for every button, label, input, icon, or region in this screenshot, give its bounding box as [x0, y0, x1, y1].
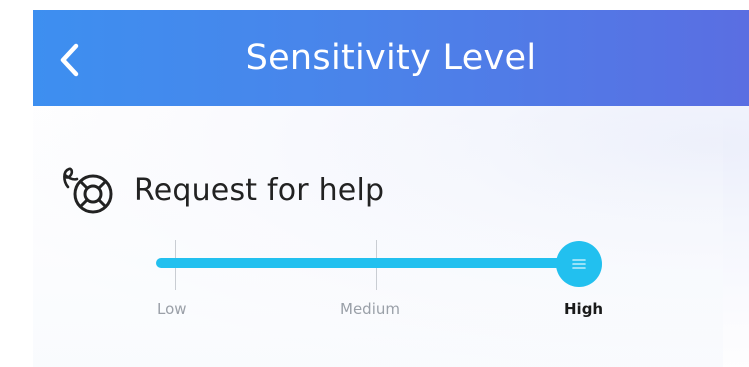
- menu-lines-icon: [572, 259, 586, 269]
- sensitivity-screen: Sensitivity Level Request for help Low M…: [0, 0, 749, 367]
- lifebuoy-icon: [60, 163, 118, 217]
- level-label-medium[interactable]: Medium: [340, 300, 400, 318]
- app-header: [33, 10, 749, 106]
- back-button[interactable]: [55, 40, 85, 80]
- setting-row: Request for help: [60, 160, 384, 220]
- left-edge: [0, 0, 33, 367]
- sensitivity-slider[interactable]: [150, 235, 610, 295]
- slider-thumb[interactable]: [556, 241, 602, 287]
- slider-track[interactable]: [156, 258, 590, 268]
- level-label-low[interactable]: Low: [157, 300, 187, 318]
- setting-label: Request for help: [134, 172, 385, 208]
- chevron-left-icon: [60, 43, 79, 77]
- level-label-high[interactable]: High: [564, 300, 603, 318]
